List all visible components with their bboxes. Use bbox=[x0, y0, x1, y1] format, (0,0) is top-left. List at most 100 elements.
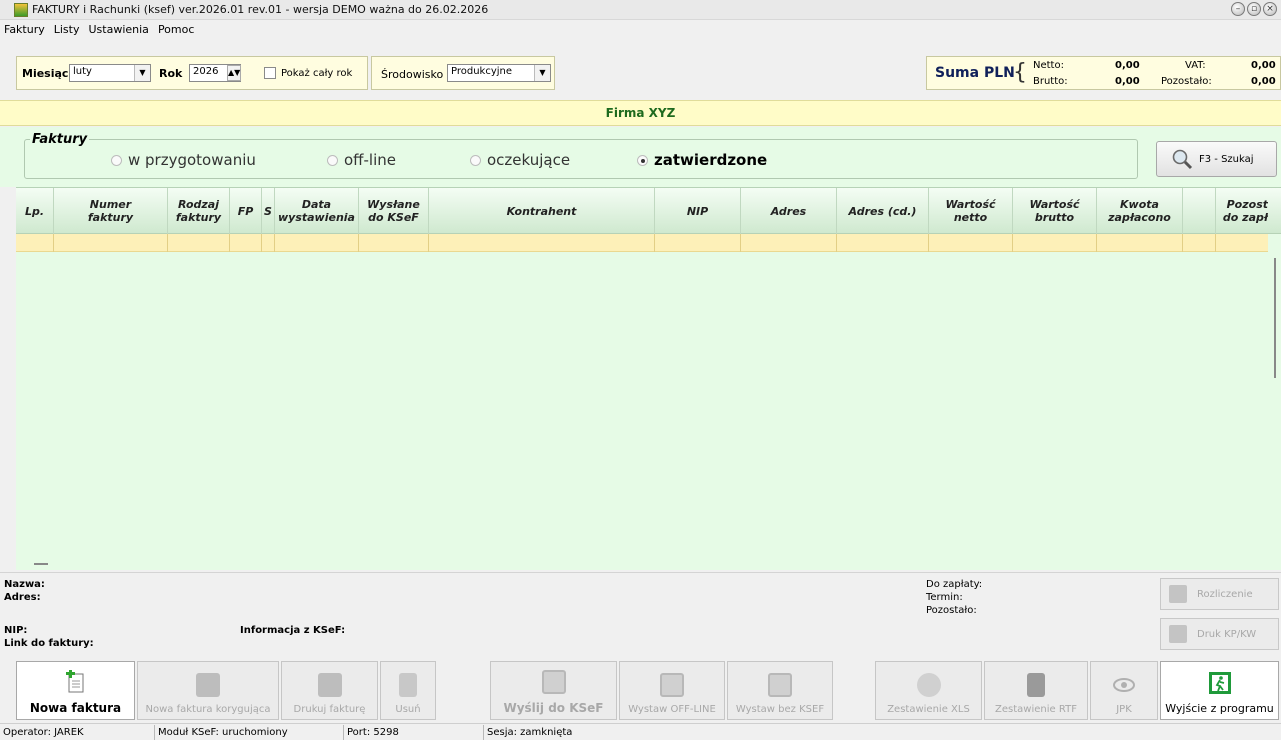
menu-ustawienia[interactable]: Ustawienia bbox=[89, 23, 149, 36]
xls-icon bbox=[916, 673, 941, 697]
brutto-value: 0,00 bbox=[1115, 76, 1140, 87]
table-header: Lp. Numer faktury Rodzaj faktury FP S Data… bbox=[16, 187, 1281, 234]
radio-dot-selected bbox=[637, 154, 648, 166]
col-fp[interactable]: FP bbox=[230, 188, 262, 234]
close-button[interactable]: × bbox=[1263, 2, 1277, 16]
printer-icon bbox=[317, 673, 342, 697]
env-select[interactable]: Produkcyjne ▼ bbox=[447, 64, 551, 82]
report-rtf-button[interactable]: Zestawienie RTF bbox=[984, 661, 1088, 720]
filter-toolbar: Miesiąc luty ▼ Rok 2026 ▲▼ Pokaż cały ro… bbox=[0, 38, 1281, 96]
trash-icon bbox=[399, 673, 417, 697]
app-icon bbox=[14, 2, 28, 17]
table-row[interactable] bbox=[16, 234, 1268, 252]
brace-icon: { bbox=[1013, 60, 1027, 85]
vertical-scrollbar[interactable] bbox=[1268, 234, 1281, 570]
date-filter-group: Miesiąc luty ▼ Rok 2026 ▲▼ Pokaż cały ro… bbox=[16, 56, 368, 90]
col-wartosc-brutto[interactable]: Wartość brutto bbox=[1013, 188, 1097, 234]
settlement-button[interactable]: Rozliczenie bbox=[1160, 578, 1279, 610]
exit-button[interactable]: Wyjście z programu bbox=[1160, 661, 1279, 720]
correction-document-icon bbox=[196, 673, 220, 697]
window-title: FAKTURY i Rachunki (ksef) ver.2026.01 re… bbox=[32, 3, 489, 16]
col-nip[interactable]: NIP bbox=[655, 188, 741, 234]
invoice-group-title: Faktury bbox=[30, 132, 90, 147]
issue-no-ksef-button[interactable]: Wystaw bez KSEF bbox=[727, 661, 833, 720]
menu-pomoc[interactable]: Pomoc bbox=[158, 23, 194, 36]
radio-zatwierdzone[interactable]: zatwierdzone bbox=[637, 151, 767, 169]
monitor-icon bbox=[768, 673, 792, 697]
status-port: Port: 5298 bbox=[344, 724, 484, 740]
new-document-icon bbox=[65, 670, 83, 693]
menu-bar: Faktury Listy Ustawienia Pomoc bbox=[0, 20, 1281, 38]
rtf-file-icon bbox=[1027, 673, 1045, 697]
col-wyslane[interactable]: Wysłane do KSeF bbox=[359, 188, 429, 234]
menu-listy[interactable]: Listy bbox=[54, 23, 80, 36]
year-label: Rok bbox=[159, 67, 183, 80]
invoice-table[interactable]: Lp. Numer faktury Rodzaj faktury FP S Data… bbox=[16, 187, 1281, 570]
col-data[interactable]: Data wystawienia bbox=[275, 188, 359, 234]
invoice-details-panel: Nazwa: Adres: NIP: Link do faktury: Info… bbox=[0, 572, 1281, 656]
calculator-icon bbox=[1169, 585, 1187, 603]
invoice-status-panel: Faktury w przygotowaniu off-line oczekuj… bbox=[0, 127, 1281, 187]
minimize-button[interactable]: – bbox=[1231, 2, 1245, 16]
monitor-send-icon bbox=[541, 670, 566, 694]
year-spinner[interactable]: ▲▼ bbox=[227, 65, 241, 81]
radio-dot bbox=[470, 154, 481, 166]
maximize-button[interactable]: ▫ bbox=[1247, 2, 1261, 16]
ksef-info-label: Informacja z KSeF: bbox=[240, 625, 346, 636]
col-s[interactable]: S bbox=[262, 188, 275, 234]
show-year-checkbox[interactable] bbox=[264, 67, 276, 79]
delete-button[interactable]: Usuń bbox=[380, 661, 436, 720]
to-pay-label: Do zapłaty: bbox=[926, 579, 983, 590]
invoice-link-label: Link do faktury: bbox=[4, 638, 94, 649]
col-pozostalo[interactable]: Pozost do zapł bbox=[1216, 188, 1268, 234]
vat-label: VAT: bbox=[1185, 60, 1206, 71]
printer-icon bbox=[1169, 625, 1187, 643]
report-xls-button[interactable]: Zestawienie XLS bbox=[875, 661, 982, 720]
radio-off-line[interactable]: off-line bbox=[327, 151, 396, 169]
month-label: Miesiąc bbox=[22, 67, 69, 80]
col-rodzaj[interactable]: Rodzaj faktury bbox=[168, 188, 230, 234]
col-lp[interactable]: Lp. bbox=[16, 188, 54, 234]
radio-w-przygotowaniu[interactable]: w przygotowaniu bbox=[111, 151, 256, 169]
address-label: Adres: bbox=[4, 592, 41, 603]
print-invoice-button[interactable]: Drukuj fakturę bbox=[281, 661, 378, 720]
search-button[interactable]: F3 - Szukaj bbox=[1156, 141, 1277, 177]
radio-oczekujace[interactable]: oczekujące bbox=[470, 151, 570, 169]
col-kontrahent[interactable]: Kontrahent bbox=[429, 188, 655, 234]
new-invoice-button[interactable]: Nowa faktura bbox=[16, 661, 135, 720]
new-correction-button[interactable]: Nowa faktura korygująca bbox=[137, 661, 279, 720]
col-blank[interactable] bbox=[1183, 188, 1216, 234]
chevron-down-icon: ▼ bbox=[134, 65, 150, 81]
scrollbar-thumb[interactable] bbox=[1274, 258, 1276, 378]
send-ksef-button[interactable]: Wyślij do KSeF bbox=[490, 661, 617, 720]
monitor-offline-icon bbox=[660, 673, 684, 697]
radio-dot bbox=[111, 154, 122, 166]
sum-title: Suma PLN bbox=[935, 65, 1015, 81]
show-year-label: Pokaż cały rok bbox=[281, 68, 353, 79]
netto-label: Netto: bbox=[1033, 60, 1064, 71]
month-select[interactable]: luty ▼ bbox=[69, 64, 151, 82]
jpk-button[interactable]: JPK bbox=[1090, 661, 1158, 720]
term-label: Termin: bbox=[926, 592, 963, 603]
col-numer[interactable]: Numer faktury bbox=[54, 188, 168, 234]
status-bar: Operator: JAREK Moduł KSeF: uruchomiony … bbox=[0, 723, 1281, 740]
issue-offline-button[interactable]: Wystaw OFF-LINE bbox=[619, 661, 725, 720]
name-label: Nazwa: bbox=[4, 579, 45, 590]
col-adres-cd[interactable]: Adres (cd.) bbox=[837, 188, 929, 234]
status-module: Moduł KSeF: uruchomiony bbox=[155, 724, 344, 740]
col-kwota-zaplacono[interactable]: Kwota zapłacono bbox=[1097, 188, 1183, 234]
exit-door-icon bbox=[1208, 672, 1231, 694]
horizontal-scrollbar[interactable] bbox=[34, 563, 48, 565]
nip-label: NIP: bbox=[4, 625, 28, 636]
chevron-down-icon: ▼ bbox=[534, 65, 550, 81]
remaining-label: Pozostało: bbox=[1161, 76, 1212, 87]
print-kp-kw-button[interactable]: Druk KP/KW bbox=[1160, 618, 1279, 650]
action-button-bar: Nowa faktura Nowa faktura korygująca Dru… bbox=[0, 659, 1281, 721]
company-name-bar: Firma XYZ bbox=[0, 100, 1281, 126]
remaining-detail-label: Pozostało: bbox=[926, 605, 977, 616]
title-bar: FAKTURY i Rachunki (ksef) ver.2026.01 re… bbox=[0, 0, 1281, 20]
sum-group: Suma PLN { Netto: Brutto: 0,00 0,00 VAT:… bbox=[926, 56, 1281, 90]
col-adres[interactable]: Adres bbox=[741, 188, 837, 234]
col-wartosc-netto[interactable]: Wartość netto bbox=[929, 188, 1013, 234]
menu-faktury[interactable]: Faktury bbox=[4, 23, 45, 36]
